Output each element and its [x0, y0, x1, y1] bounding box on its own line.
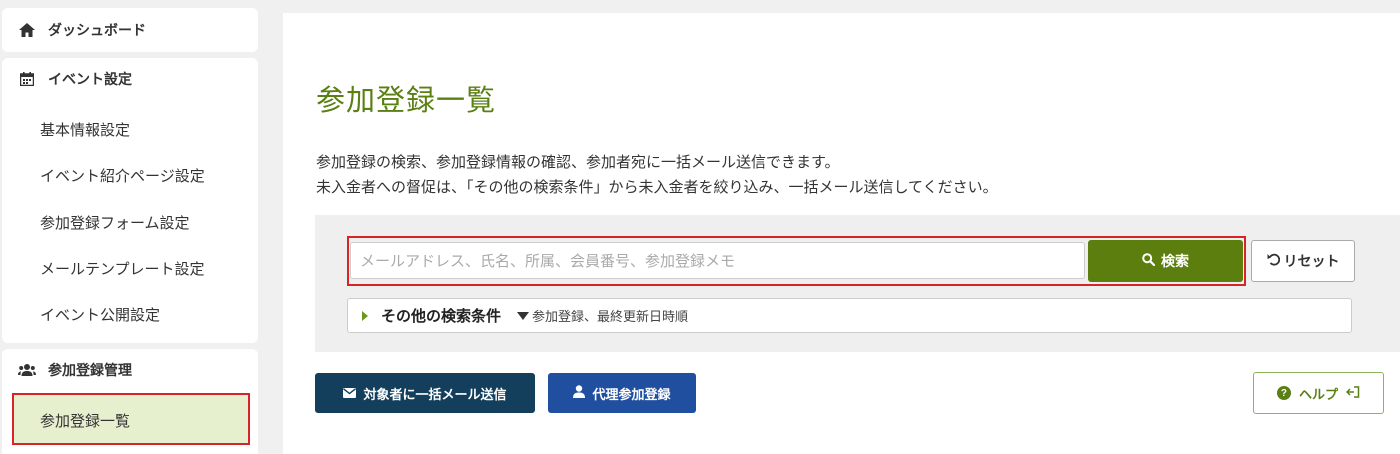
sidebar-event-settings-card: イベント設定 基本情報設定 イベント紹介ページ設定 参加登録フォーム設定 メール… — [2, 58, 258, 343]
sort-order-text: 参加登録、最終更新日時順 — [532, 310, 689, 325]
sidebar-item-dashboard[interactable]: ダッシュボード — [18, 20, 146, 40]
home-icon — [18, 22, 36, 38]
more-conditions-label: その他の検索条件 — [381, 307, 502, 325]
search-input[interactable] — [350, 242, 1085, 279]
sidebar-item-registration-form[interactable]: 参加登録フォーム設定 — [40, 212, 190, 233]
users-icon — [18, 362, 36, 378]
sidebar-item-basic-info[interactable]: 基本情報設定 — [40, 119, 130, 140]
sidebar-item-label: 参加登録一覧 — [40, 412, 131, 430]
more-conditions-toggle[interactable]: その他の検索条件 参加登録、最終更新日時順 — [347, 298, 1352, 333]
sidebar-dashboard-card: ダッシュボード — [2, 8, 258, 52]
sidebar-section-registration[interactable]: 参加登録管理 — [18, 360, 132, 380]
reset-button[interactable]: リセット — [1251, 240, 1355, 282]
sign-in-icon — [1345, 385, 1360, 401]
search-button[interactable]: 検索 — [1088, 240, 1243, 282]
undo-icon — [1267, 253, 1280, 269]
search-icon — [1142, 253, 1156, 269]
envelope-icon — [343, 386, 357, 401]
main-panel: 参加登録一覧 参加登録の検索、参加登録情報の確認、参加者宛に一括メール送信できま… — [283, 13, 1400, 454]
reset-button-label: リセット — [1283, 253, 1340, 269]
page-title: 参加登録一覧 — [316, 83, 497, 117]
sidebar-section-event-settings[interactable]: イベント設定 — [18, 69, 132, 89]
search-button-label: 検索 — [1161, 253, 1189, 269]
sidebar-section-label: 参加登録管理 — [48, 363, 132, 379]
caret-right-icon — [362, 310, 368, 321]
search-area: 検索 リセット その他の検索条件 参加登録、最終更新日時順 — [315, 215, 1400, 352]
help-button[interactable]: ? ヘルプ — [1253, 372, 1384, 414]
bulk-mail-label: 対象者に一括メール送信 — [363, 386, 507, 402]
sidebar-section-label: イベント設定 — [48, 72, 132, 88]
sidebar-registration-card: 参加登録管理 参加登録一覧 — [2, 349, 258, 454]
sidebar-item-mail-template[interactable]: メールテンプレート設定 — [40, 258, 205, 279]
sidebar-item-event-intro-page[interactable]: イベント紹介ページ設定 — [40, 165, 205, 186]
page-description-line-2: 未入金者への督促は、「その他の検索条件」から未入金者を絞り込み、一括メール送信し… — [316, 178, 998, 196]
user-icon — [573, 385, 586, 401]
proxy-register-label: 代理参加登録 — [592, 386, 671, 402]
bulk-mail-button[interactable]: 対象者に一括メール送信 — [315, 373, 535, 413]
question-circle-icon: ? — [1276, 386, 1291, 400]
sidebar-item-event-publish[interactable]: イベント公開設定 — [40, 304, 160, 325]
calendar-icon — [18, 71, 36, 87]
filter-icon — [517, 311, 530, 320]
sidebar-item-registration-list[interactable]: 参加登録一覧 — [12, 393, 250, 445]
page-description-line-1: 参加登録の検索、参加登録情報の確認、参加者宛に一括メール送信できます。 — [316, 153, 840, 171]
help-label: ヘルプ — [1298, 386, 1338, 402]
proxy-register-button[interactable]: 代理参加登録 — [548, 373, 696, 413]
sidebar-item-label: ダッシュボード — [48, 23, 146, 39]
